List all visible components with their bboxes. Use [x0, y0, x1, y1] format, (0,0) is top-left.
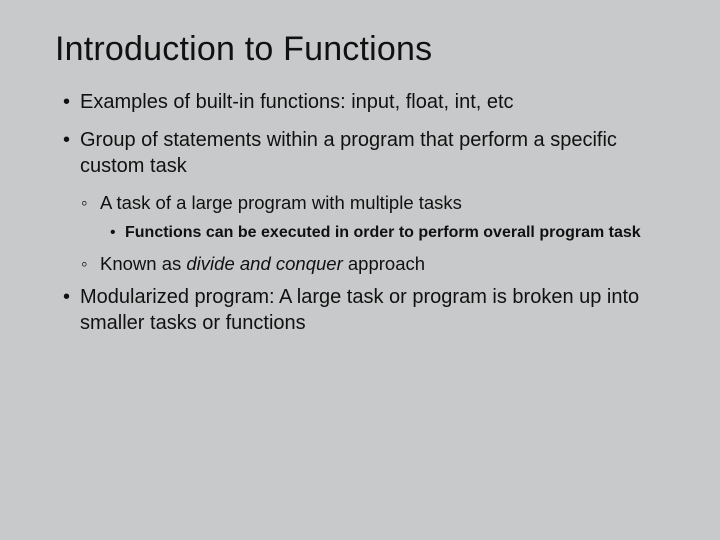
bullet-text: approach	[343, 253, 425, 274]
bullet-level1: • Group of statements within a program t…	[55, 127, 670, 179]
bullet-dot-icon: •	[110, 223, 116, 244]
slide-title: Introduction to Functions	[55, 30, 670, 69]
bullet-text: Group of statements within a program tha…	[80, 129, 617, 177]
bullet-text: A task of a large program with multiple …	[100, 192, 462, 213]
bullet-text: Known as	[100, 253, 186, 274]
bullet-text: Modularized program: A large task or pro…	[80, 286, 639, 334]
bullet-dot-icon: •	[63, 127, 70, 153]
bullet-dot-icon: •	[63, 284, 70, 310]
bullet-level3: • Functions can be executed in order to …	[55, 223, 670, 244]
bullet-ring-icon: ◦	[81, 191, 88, 215]
bullet-text: Examples of built-in functions: input, f…	[80, 91, 514, 113]
bullet-dot-icon: •	[63, 89, 70, 115]
bullet-text-italic: divide and conquer	[186, 253, 342, 274]
bullet-ring-icon: ◦	[81, 252, 88, 276]
bullet-level2: ◦ A task of a large program with multipl…	[55, 191, 670, 215]
slide: Introduction to Functions • Examples of …	[0, 0, 720, 540]
bullet-text: Functions can be executed in order to pe…	[125, 224, 641, 241]
bullet-level1: • Examples of built-in functions: input,…	[55, 89, 670, 115]
bullet-level2: ◦ Known as divide and conquer approach	[55, 252, 670, 276]
bullet-list: • Examples of built-in functions: input,…	[55, 89, 670, 336]
bullet-level1: • Modularized program: A large task or p…	[55, 284, 670, 336]
